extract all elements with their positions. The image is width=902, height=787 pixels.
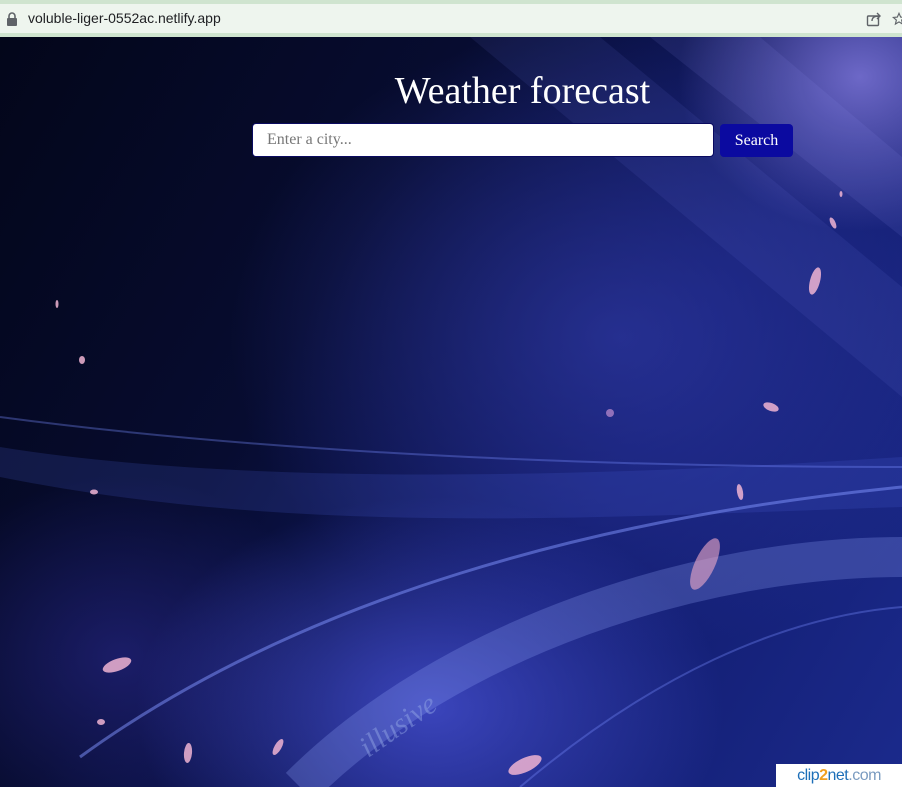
watermark-part-net: net: [827, 767, 849, 784]
clip2net-watermark: clip2net.com: [776, 764, 902, 787]
watermark-part-clip: clip: [797, 767, 820, 784]
weather-app-page: illusive Weather forecast Search: [0, 37, 902, 787]
url-text[interactable]: voluble-liger-0552ac.netlify.app: [28, 10, 221, 26]
watermark-part-com: .com: [848, 767, 881, 784]
browser-address-bar: voluble-liger-0552ac.netlify.app: [0, 0, 902, 37]
lock-icon[interactable]: [6, 12, 18, 26]
search-button[interactable]: Search: [720, 124, 793, 157]
page-title: Weather forecast: [394, 70, 651, 112]
url-bar[interactable]: voluble-liger-0552ac.netlify.app: [0, 4, 902, 33]
city-search-input[interactable]: [252, 123, 714, 157]
share-icon[interactable]: [866, 11, 882, 27]
watermark-part-2: 2: [819, 767, 828, 784]
bookmark-star-icon[interactable]: [892, 11, 902, 27]
